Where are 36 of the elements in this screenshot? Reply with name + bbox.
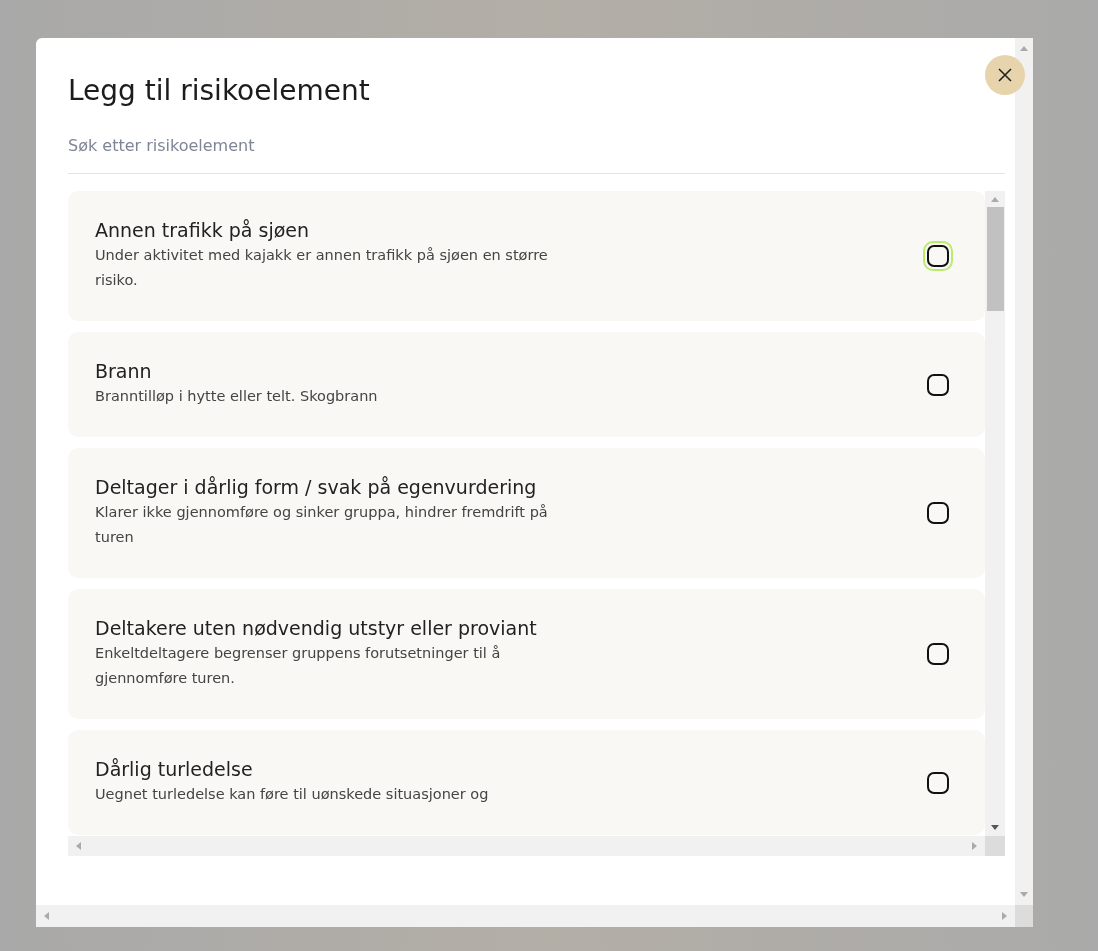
checkbox[interactable] <box>927 502 949 524</box>
risk-item-card[interactable]: Deltakere uten nødvendig utstyr eller proviant Enkeltdeltagere begrenser gruppens forutsetninger til å gjennomføre turen. <box>68 589 985 719</box>
checkbox[interactable] <box>927 373 949 396</box>
risk-item-card[interactable]: Dårlig turledelse Uegnet turledelse kan føre til uønskede situasjoner og <box>68 730 985 835</box>
scroll-left-icon[interactable] <box>44 912 49 920</box>
scrollbar-corner <box>985 836 1005 856</box>
item-description: Klarer ikke gjennomføre og sinker gruppa, hindrer fremdrift på turen <box>95 503 549 547</box>
checkbox[interactable] <box>927 771 949 794</box>
scroll-up-icon[interactable] <box>991 197 999 202</box>
item-title: Dårlig turledelse <box>95 758 254 780</box>
item-description: Uegnet turledelse kan føre til uønskede situasjoner og <box>95 785 490 804</box>
checkbox[interactable] <box>927 643 949 665</box>
scrollbar[interactable] <box>985 191 1005 836</box>
close-button[interactable] <box>985 55 1025 95</box>
item-title: Brann <box>95 360 153 382</box>
scrollbar[interactable] <box>1015 38 1033 905</box>
item-title: Annen trafikk på sjøen <box>95 219 311 241</box>
scroll-right-icon[interactable] <box>1002 912 1007 920</box>
scroll-up-icon[interactable] <box>1020 46 1028 51</box>
item-description: Under aktivitet med kajakk er annen trafikk på sjøen en større risiko. <box>95 246 549 290</box>
risk-item-card[interactable]: Brann Branntilløp i hytte eller telt. Skogbrann <box>68 332 985 437</box>
scroll-down-icon[interactable] <box>991 825 999 830</box>
scrollbar-thumb[interactable] <box>986 207 1004 311</box>
dialog-title: Legg til risikoelement <box>68 74 370 107</box>
item-description: Enkeltdeltagere begrenser gruppens forutsetninger til å gjennomføre turen. <box>95 644 502 688</box>
horizontal-scrollbar[interactable] <box>36 905 1015 927</box>
horizontal-scrollbar[interactable] <box>68 836 985 856</box>
scroll-left-icon[interactable] <box>76 842 81 850</box>
scrollbar-corner <box>1015 905 1033 927</box>
risk-item-card[interactable]: Annen trafikk på sjøen Under aktivitet med kajakk er annen trafikk på sjøen en større risiko. <box>68 191 985 321</box>
scroll-right-icon[interactable] <box>972 842 977 850</box>
item-title: Deltakere uten nødvendig utstyr eller proviant <box>95 617 538 639</box>
risk-item-card[interactable]: Deltager i dårlig form / svak på egenvurdering Klarer ikke gjennomføre og sinker gruppa, hindrer fremdrift på turen <box>68 448 985 578</box>
close-icon <box>997 67 1013 83</box>
item-title: Deltager i dårlig form / svak på egenvurdering <box>95 476 538 498</box>
item-description: Branntilløp i hytte eller telt. Skogbrann <box>95 387 379 406</box>
